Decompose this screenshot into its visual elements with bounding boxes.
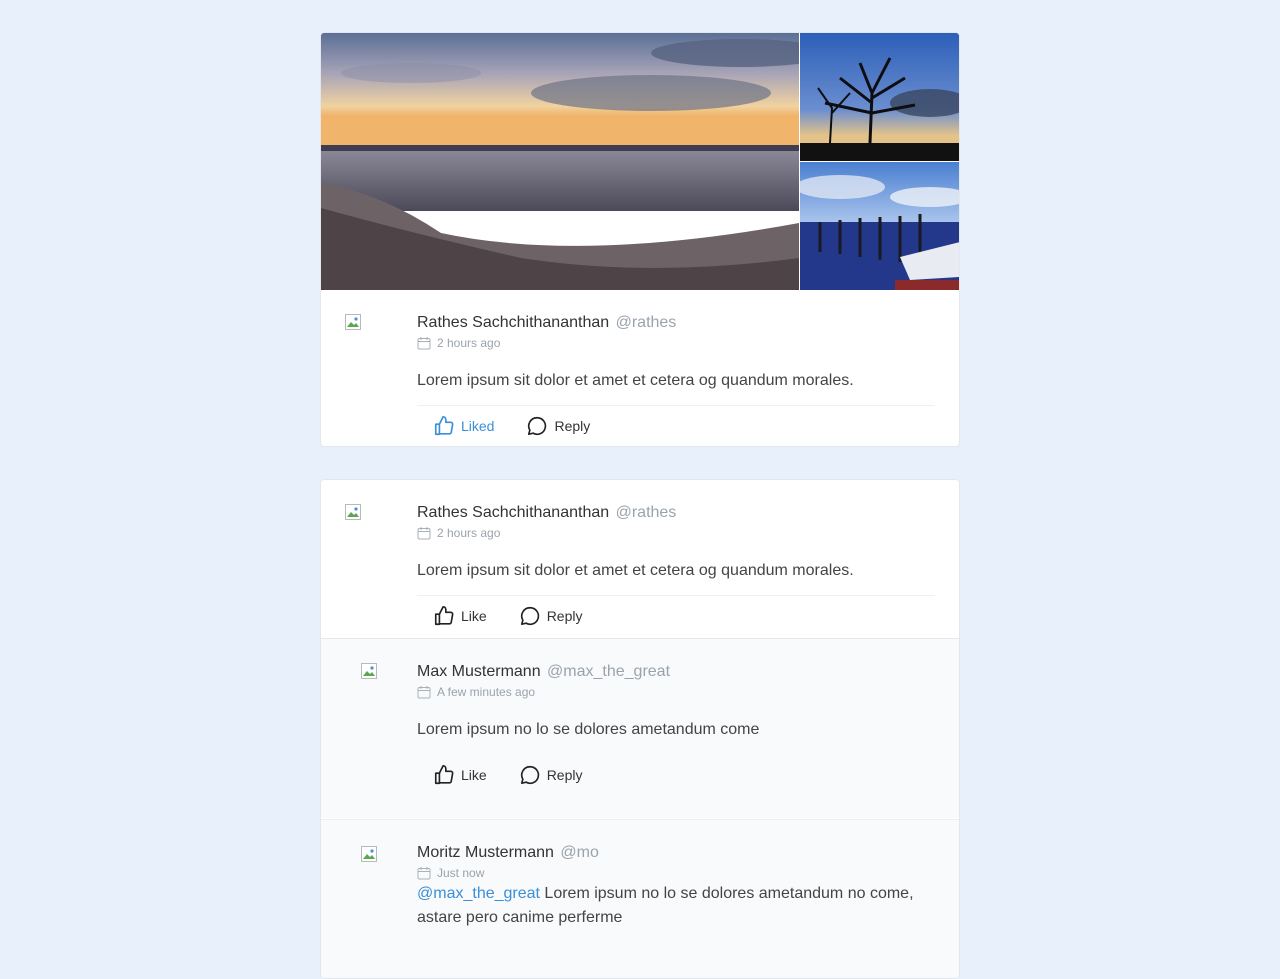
post-actions: Liked Reply: [433, 415, 590, 437]
reply-item: Moritz Mustermann @mo Just now @max_the_…: [321, 819, 959, 978]
speech-bubble-icon: [520, 606, 539, 626]
reply-header: Max Mustermann @max_the_great: [417, 663, 670, 681]
post-timestamp: 2 hours ago: [417, 526, 500, 540]
avatar[interactable]: [345, 314, 361, 330]
reply-button[interactable]: Reply: [526, 415, 590, 437]
avatar[interactable]: [361, 663, 377, 679]
author-handle[interactable]: @rathes: [616, 314, 677, 331]
mention-link[interactable]: @max_the_great: [417, 885, 540, 902]
author-name[interactable]: Max Mustermann: [417, 663, 541, 680]
beach-sunset-photo[interactable]: [321, 33, 799, 290]
author-name[interactable]: Rathes Sachchithananthan: [417, 314, 609, 331]
post-actions: Like Reply: [433, 605, 582, 627]
time-text: A few minutes ago: [437, 685, 536, 699]
post-text: Lorem ipsum sit dolor et amet et cetera …: [417, 372, 854, 389]
time-text: Just now: [437, 866, 485, 880]
reply-timestamp: A few minutes ago: [417, 685, 535, 699]
like-button[interactable]: Like: [433, 605, 487, 627]
bare-trees-photo[interactable]: [800, 33, 959, 161]
author-handle[interactable]: @mo: [560, 844, 598, 861]
reply-header: Moritz Mustermann @mo: [417, 844, 599, 862]
author-handle[interactable]: @rathes: [616, 504, 677, 521]
post-text: Lorem ipsum sit dolor et amet et cetera …: [417, 562, 854, 579]
speech-bubble-icon: [520, 765, 539, 785]
marina-boats-photo[interactable]: [800, 162, 959, 290]
thumbs-up-icon: [434, 765, 454, 785]
time-text: 2 hours ago: [437, 526, 501, 540]
reply-label: Reply: [546, 608, 583, 624]
reply-button[interactable]: Reply: [519, 605, 583, 627]
like-label: Liked: [461, 418, 495, 434]
reply-text: Lorem ipsum no lo se dolores ametandum c…: [417, 721, 760, 738]
thumbs-up-icon: [434, 416, 454, 436]
reply-actions: Like Reply: [433, 764, 582, 786]
calendar-icon: [417, 686, 431, 699]
time-text: 2 hours ago: [437, 336, 501, 350]
speech-bubble-icon: [528, 416, 547, 436]
post-timestamp: 2 hours ago: [417, 336, 500, 350]
post-card: Rathes Sachchithananthan @rathes 2 hours…: [320, 479, 960, 979]
reply-text: @max_the_great Lorem ipsum no lo se dolo…: [417, 882, 937, 930]
calendar-icon: [417, 867, 431, 880]
author-name[interactable]: Rathes Sachchithananthan: [417, 504, 609, 521]
like-button[interactable]: Like: [433, 764, 487, 786]
reply-timestamp: Just now: [417, 866, 484, 880]
reply-button[interactable]: Reply: [519, 764, 583, 786]
author-handle[interactable]: @max_the_great: [547, 663, 670, 680]
author-name[interactable]: Moritz Mustermann: [417, 844, 554, 861]
post-header: Rathes Sachchithananthan @rathes: [417, 504, 676, 522]
post-header: Rathes Sachchithananthan @rathes: [417, 314, 676, 332]
like-label: Like: [461, 608, 487, 624]
reply-label: Reply: [554, 418, 591, 434]
thumbs-up-icon: [434, 606, 454, 626]
like-button[interactable]: Liked: [433, 415, 494, 437]
calendar-icon: [417, 337, 431, 350]
divider: [417, 595, 935, 596]
avatar[interactable]: [361, 846, 377, 862]
reply-label: Reply: [546, 767, 583, 783]
photo-gallery: [321, 33, 959, 290]
avatar[interactable]: [345, 504, 361, 520]
post-card: Rathes Sachchithananthan @rathes 2 hours…: [320, 32, 960, 447]
reply-item: Max Mustermann @max_the_great A few minu…: [321, 638, 959, 818]
like-label: Like: [461, 767, 487, 783]
calendar-icon: [417, 527, 431, 540]
divider: [417, 405, 935, 406]
